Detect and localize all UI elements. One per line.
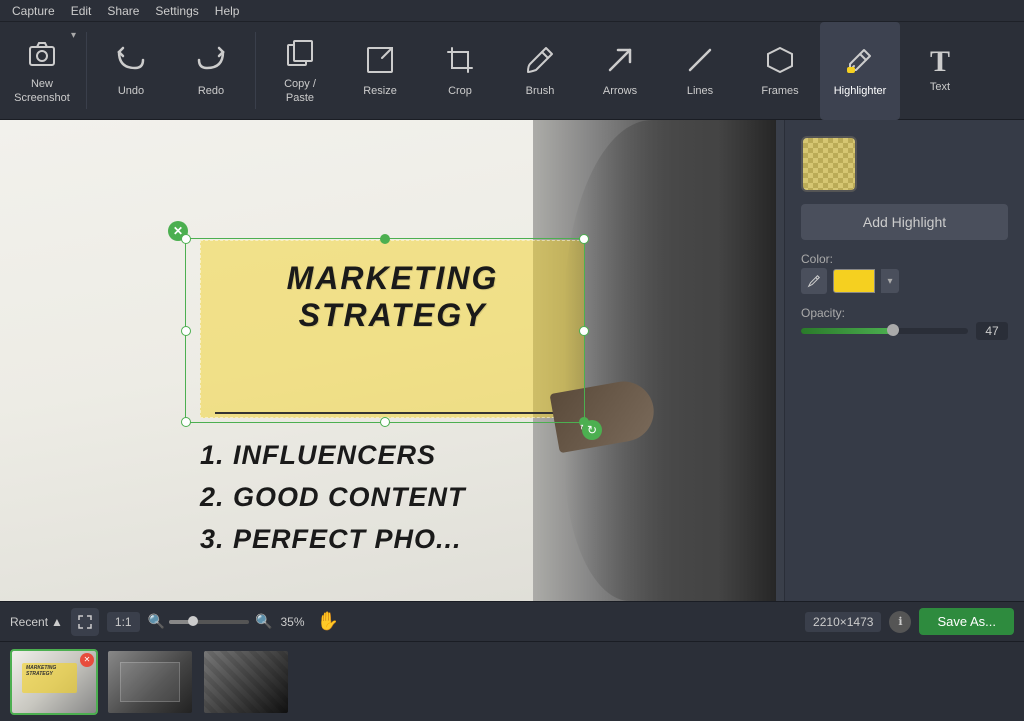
info-button[interactable]: ℹ: [889, 611, 911, 633]
brush-icon: [524, 44, 556, 81]
recent-arrow: ▲: [51, 615, 63, 629]
tool-arrows-label: Arrows: [603, 85, 637, 98]
add-highlight-button[interactable]: Add Highlight: [801, 204, 1008, 240]
recent-button[interactable]: Recent ▲: [10, 615, 63, 629]
thumbnail-2[interactable]: [106, 649, 194, 715]
tool-brush[interactable]: Brush: [500, 22, 580, 120]
tool-copy-paste-label: Copy /Paste: [284, 78, 316, 104]
tool-highlighter-label: Highlighter: [834, 85, 887, 98]
frames-icon: [764, 44, 796, 81]
status-right: 2210×1473 ℹ Save As...: [805, 608, 1014, 635]
tool-highlighter[interactable]: Highlighter: [820, 22, 900, 120]
text-icon: T: [930, 47, 950, 77]
status-left: Recent ▲ 1:1 🔍 🔍 35% ✋: [10, 608, 797, 636]
tool-undo[interactable]: Undo: [91, 22, 171, 120]
color-swatch-overlay: [803, 138, 855, 190]
tool-resize-label: Resize: [363, 85, 397, 98]
arrows-icon: [604, 44, 636, 81]
canvas-area[interactable]: MARKETING STRATEGY 1. INFLUENCERS 2. GOO…: [0, 120, 784, 601]
zoom-controls: 🔍 🔍: [148, 613, 273, 630]
menu-capture[interactable]: Capture: [12, 4, 55, 18]
redo-icon: [195, 44, 227, 81]
zoom-in-button[interactable]: 🔍: [255, 613, 272, 630]
main-area: MARKETING STRATEGY 1. INFLUENCERS 2. GOO…: [0, 120, 1024, 601]
thumbnail-1-close[interactable]: ✕: [80, 653, 94, 667]
zoom-percent: 35%: [280, 615, 304, 629]
camera-icon: [26, 37, 58, 74]
highlighter-icon: [844, 44, 876, 81]
tool-brush-label: Brush: [526, 85, 555, 98]
tool-new-screenshot[interactable]: NewScreenshot: [2, 22, 82, 120]
tool-copy-paste[interactable]: Copy /Paste: [260, 22, 340, 120]
toolbar-sep-2: [255, 32, 256, 109]
tool-redo[interactable]: Redo: [171, 22, 251, 120]
tool-crop[interactable]: Crop: [420, 22, 500, 120]
menu-edit[interactable]: Edit: [71, 4, 92, 18]
tool-frames-label: Frames: [761, 85, 798, 98]
color-label: Color: ▾: [801, 252, 1008, 294]
thumbnail-1[interactable]: MARKETINGSTRATEGY ✕: [10, 649, 98, 715]
person-silhouette: [564, 120, 784, 601]
menu-share[interactable]: Share: [107, 4, 139, 18]
opacity-value: 47: [976, 322, 1008, 340]
color-dropdown[interactable]: ▾: [881, 269, 899, 293]
tool-resize[interactable]: Resize: [340, 22, 420, 120]
status-bar: Recent ▲ 1:1 🔍 🔍 35% ✋ 2210×1473 ℹ Save …: [0, 601, 1024, 641]
toolbar: NewScreenshot Undo Redo: [0, 22, 1024, 120]
opacity-row: 47: [801, 322, 1008, 340]
color-picker-icon[interactable]: [801, 268, 827, 294]
opacity-slider-fill: [801, 328, 893, 334]
tool-crop-label: Crop: [448, 85, 472, 98]
wb-list: 1. INFLUENCERS 2. GOOD CONTENT 3. PERFEC…: [200, 435, 466, 561]
zoom-out-button[interactable]: 🔍: [148, 613, 165, 630]
thumbnail-3[interactable]: [202, 649, 290, 715]
wb-text-title: MARKETING STRATEGY: [205, 260, 580, 334]
opacity-thumb[interactable]: [887, 324, 899, 336]
color-swatch-preview: [801, 136, 857, 192]
copy-paste-icon: [284, 37, 316, 74]
crop-icon: [444, 44, 476, 81]
color-row: ▾: [801, 268, 1008, 294]
tool-frames[interactable]: Frames: [740, 22, 820, 120]
canvas-right-edge: [776, 120, 784, 601]
lines-icon: [684, 44, 716, 81]
fit-screen-button[interactable]: [71, 608, 99, 636]
opacity-section: Opacity: 47: [801, 306, 1008, 340]
undo-icon: [115, 44, 147, 81]
zoom-slider[interactable]: [169, 620, 249, 624]
tool-redo-label: Redo: [198, 85, 224, 98]
resize-icon: [364, 44, 396, 81]
toolbar-sep-1: [86, 32, 87, 109]
tool-arrows[interactable]: Arrows: [580, 22, 660, 120]
menu-settings[interactable]: Settings: [155, 4, 198, 18]
tool-lines-label: Lines: [687, 85, 713, 98]
menu-bar: Capture Edit Share Settings Help: [0, 0, 1024, 22]
opacity-slider[interactable]: [801, 328, 968, 334]
tool-text[interactable]: T Text: [900, 22, 980, 120]
color-box[interactable]: [833, 269, 875, 293]
thumbnails-bar: MARKETINGSTRATEGY ✕: [0, 641, 1024, 721]
zoom-ratio[interactable]: 1:1: [107, 612, 140, 632]
hand-tool[interactable]: ✋: [313, 611, 343, 632]
tool-undo-label: Undo: [118, 85, 144, 98]
wb-underline: [215, 412, 575, 414]
tool-lines[interactable]: Lines: [660, 22, 740, 120]
save-as-button[interactable]: Save As...: [919, 608, 1014, 635]
menu-help[interactable]: Help: [215, 4, 240, 18]
tool-text-label: Text: [930, 81, 950, 94]
image-dimensions: 2210×1473: [805, 612, 881, 632]
right-panel: Add Highlight Color: ▾ Opacity:: [784, 120, 1024, 601]
tool-new-screenshot-label: NewScreenshot: [14, 78, 70, 104]
